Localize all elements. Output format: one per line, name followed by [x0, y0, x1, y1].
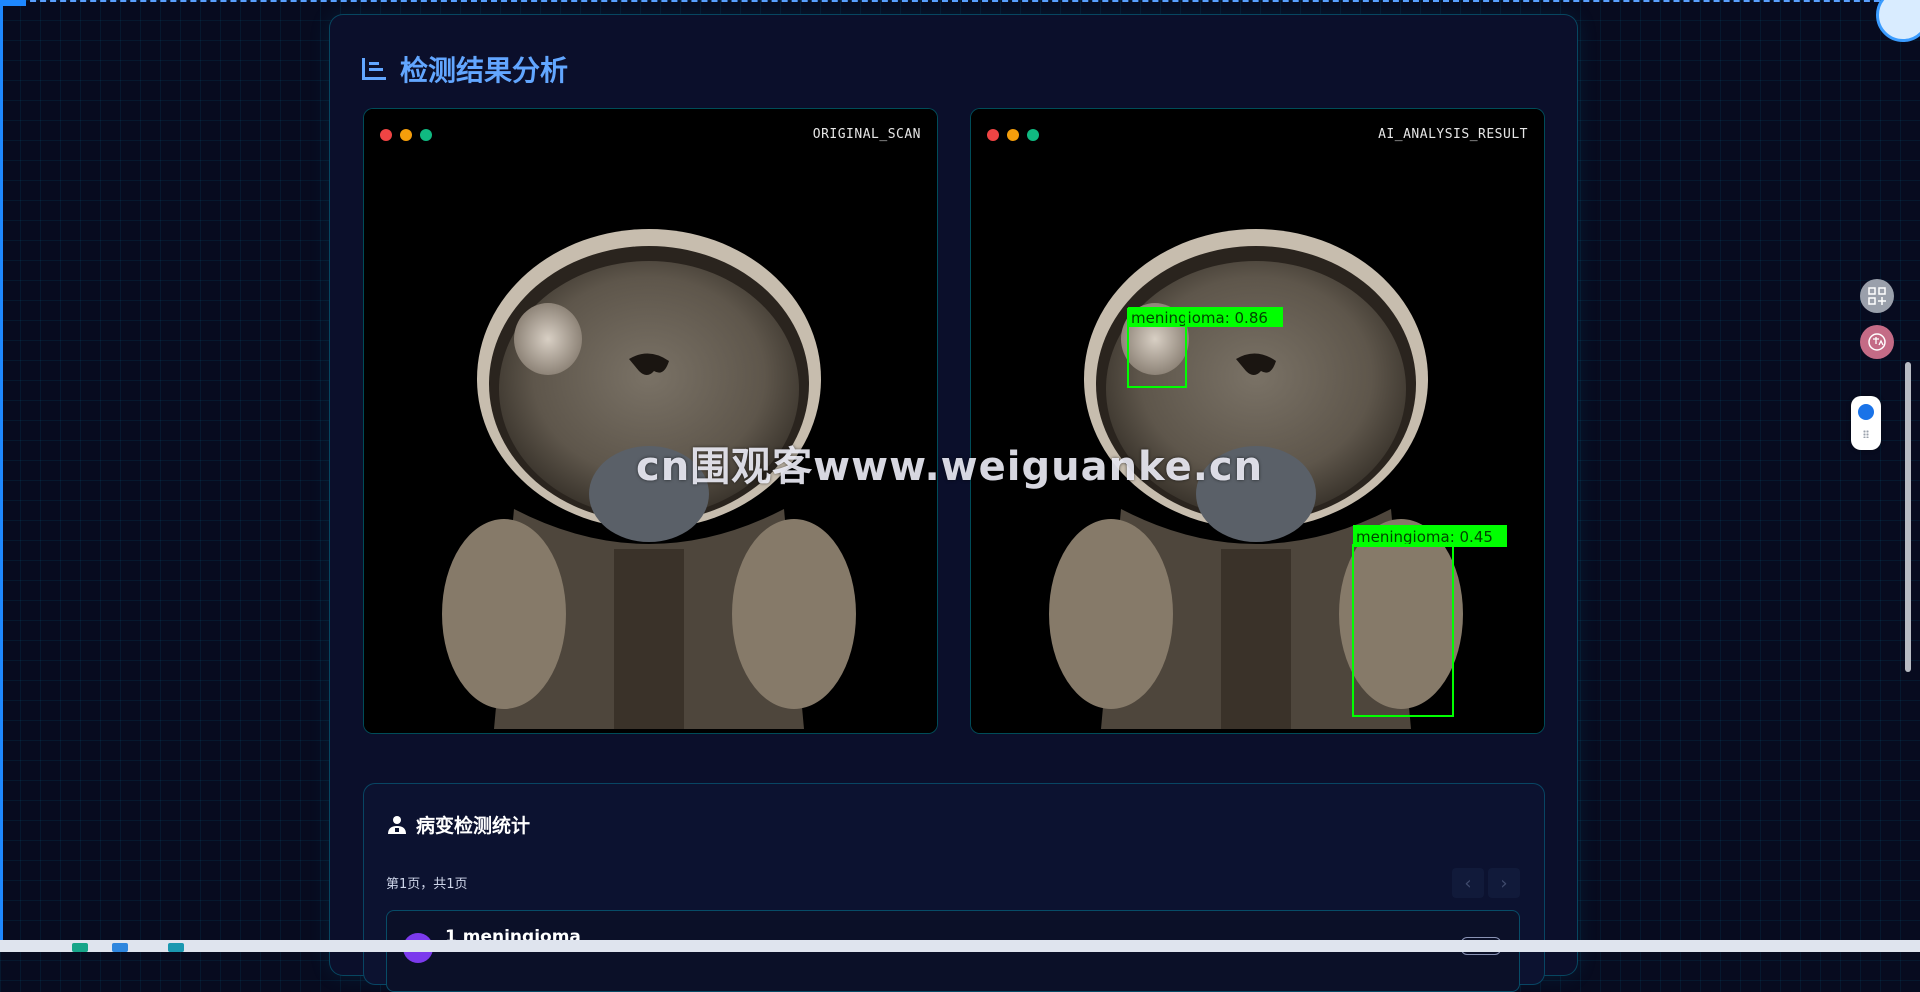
- taskbar-app-icon[interactable]: [112, 943, 128, 952]
- floating-assistant-pill[interactable]: [1851, 396, 1881, 450]
- watermark-text: cn围观客www.weiguanke.cn: [636, 444, 1264, 490]
- browser-top-accent: [0, 0, 26, 6]
- pagination: ‹ ›: [1452, 868, 1520, 898]
- ai-analysis-viewer: meningioma: 0.86 meningioma: 0.45 AI_ANA…: [970, 108, 1545, 734]
- window-dots: [987, 129, 1039, 141]
- yellow-dot-icon: [400, 129, 412, 141]
- chevron-left-icon: ‹: [1464, 872, 1472, 894]
- stats-header: 病变检测统计: [386, 811, 530, 838]
- lesion-stats-section: 病变检测统计 第1页，共1页 ‹ › 1 meningioma: [363, 783, 1545, 992]
- doctor-icon: [388, 815, 406, 834]
- assistant-icon: [1858, 404, 1874, 420]
- apps-grid-icon: [1868, 287, 1886, 305]
- chevron-right-icon: ›: [1500, 872, 1508, 894]
- original-scan-viewer: ORIGINAL_SCAN: [363, 108, 938, 734]
- red-dot-icon: [987, 129, 999, 141]
- red-dot-icon: [380, 129, 392, 141]
- green-dot-icon: [420, 129, 432, 141]
- translate-button[interactable]: [1860, 325, 1894, 359]
- panel-title: 检测结果分析: [400, 54, 569, 87]
- stats-title: 病变检测统计: [416, 815, 531, 837]
- prev-page-button[interactable]: ‹: [1452, 868, 1484, 898]
- detection-results-panel: 检测结果分析 ORIGINAL_SCAN meningioma: 0.86 me…: [329, 14, 1578, 992]
- green-dot-icon: [1027, 129, 1039, 141]
- analysis-result-label: AI_ANALYSIS_RESULT: [1378, 127, 1528, 142]
- original-scan-label: ORIGINAL_SCAN: [812, 127, 921, 142]
- analysis-mri-image: meningioma: 0.86 meningioma: 0.45: [971, 109, 1544, 733]
- yellow-dot-icon: [1007, 129, 1019, 141]
- window-left-edge: [0, 0, 3, 952]
- taskbar: [0, 940, 1920, 952]
- taskbar-app-icon[interactable]: [72, 943, 88, 952]
- panel-header: 检测结果分析: [360, 49, 568, 89]
- window-dots: [380, 129, 432, 141]
- detection-label-1: meningioma: 0.86: [1131, 309, 1268, 327]
- original-mri-image: [364, 109, 937, 733]
- corner-floating-button[interactable]: [1876, 0, 1920, 42]
- taskbar-app-icon[interactable]: [168, 943, 184, 952]
- chart-bars-icon: [362, 58, 386, 80]
- page-info: 第1页，共1页: [386, 877, 468, 892]
- translate-icon: [1868, 333, 1886, 351]
- page-scrollbar[interactable]: [1905, 362, 1911, 672]
- apps-grid-button[interactable]: [1860, 279, 1894, 313]
- next-page-button[interactable]: ›: [1488, 868, 1520, 898]
- drag-handle-icon[interactable]: [1863, 430, 1869, 438]
- detection-label-2: meningioma: 0.45: [1356, 528, 1493, 546]
- browser-top-dashed-line: [0, 0, 1920, 4]
